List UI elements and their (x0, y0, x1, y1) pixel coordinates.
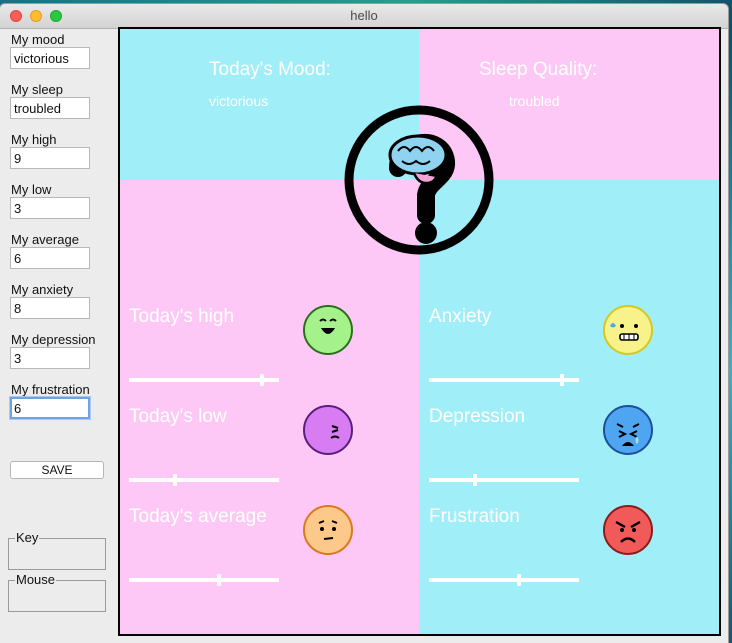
happy-face-icon (303, 305, 353, 355)
neutral-face-icon (303, 505, 353, 555)
metric-label-average: Today's average (129, 506, 267, 527)
anxious-face-icon (603, 305, 653, 355)
depression-input[interactable] (10, 347, 90, 369)
anxiety-slider[interactable] (429, 374, 579, 386)
tired-face-icon (303, 405, 353, 455)
metric-label-frustration: Frustration (429, 506, 520, 527)
mood-value: victorious (209, 93, 269, 109)
low-label: My low (11, 182, 52, 197)
depression-label: My depression (11, 332, 96, 347)
metric-label-anxiety: Anxiety (429, 306, 492, 327)
sleep-title: Sleep Quality: (479, 59, 598, 80)
metric-label-high: Today's high (129, 306, 235, 327)
high-slider[interactable] (129, 374, 279, 386)
low-slider[interactable] (129, 474, 279, 486)
key-group-label: Key (15, 530, 40, 545)
key-group: Key (8, 530, 106, 570)
sleep-value: troubled (509, 93, 560, 109)
frustration-slider-thumb[interactable] (517, 574, 521, 586)
depression-slider-thumb[interactable] (473, 474, 477, 486)
metric-label-depression: Depression (429, 406, 526, 427)
mouse-group: Mouse (8, 572, 106, 612)
sleep-input[interactable] (10, 97, 90, 119)
average-slider-thumb[interactable] (217, 574, 221, 586)
sleep-label: My sleep (11, 82, 64, 97)
mouse-group-label: Mouse (15, 572, 57, 587)
low-slider-thumb[interactable] (173, 474, 177, 486)
input-sidebar: My mood My sleep My high My low My avera… (0, 29, 112, 643)
brain-question-mark-logo (344, 105, 494, 255)
high-label: My high (11, 132, 57, 147)
frustration-slider[interactable] (429, 574, 579, 586)
high-input[interactable] (10, 147, 90, 169)
title-bar: hello (0, 4, 728, 29)
mood-dashboard: Today's Mood: victorious Sleep Quality: … (118, 27, 721, 636)
crying-face-icon (603, 405, 653, 455)
anxiety-input[interactable] (10, 297, 90, 319)
frustration-label: My frustration (11, 382, 90, 397)
anxiety-slider-thumb[interactable] (560, 374, 564, 386)
frustration-input[interactable] (10, 397, 90, 419)
mood-title: Today's Mood: (209, 59, 331, 80)
angry-face-icon (603, 505, 653, 555)
average-slider[interactable] (129, 574, 279, 586)
average-input[interactable] (10, 247, 90, 269)
average-label: My average (11, 232, 79, 247)
metric-label-low: Today's low (129, 406, 227, 427)
anxiety-label: My anxiety (11, 282, 74, 297)
mood-label: My mood (11, 32, 65, 47)
high-slider-thumb[interactable] (260, 374, 264, 386)
window-title: hello (350, 8, 378, 23)
depression-slider[interactable] (429, 474, 579, 486)
save-button[interactable]: SAVE (10, 461, 104, 479)
low-input[interactable] (10, 197, 90, 219)
mood-input[interactable] (10, 47, 90, 69)
